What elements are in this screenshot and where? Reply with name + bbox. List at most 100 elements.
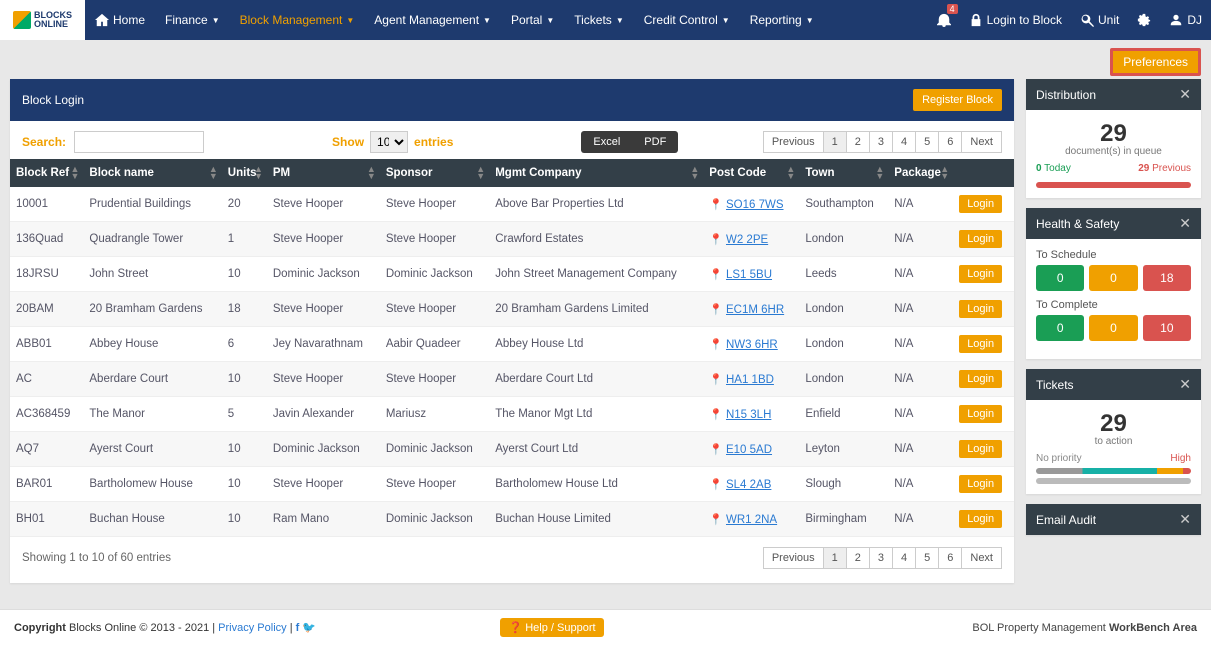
pager-page-1[interactable]: 1 xyxy=(823,547,847,569)
settings-button[interactable] xyxy=(1128,0,1160,40)
row-login-button[interactable]: Login xyxy=(959,300,1002,318)
postcode-link[interactable]: N15 3LH xyxy=(726,409,771,421)
logo-text-bottom: ONLINE xyxy=(34,20,72,29)
twitter-icon[interactable]: 🐦 xyxy=(302,622,316,634)
hs-schedule-amber[interactable]: 0 xyxy=(1089,265,1137,291)
pager-bottom: Previous123456Next xyxy=(764,547,1002,569)
nav-portal[interactable]: Portal▼ xyxy=(501,0,564,40)
pager-page-3[interactable]: 3 xyxy=(869,547,893,569)
row-login-button[interactable]: Login xyxy=(959,230,1002,248)
postcode-link[interactable]: W2 2PE xyxy=(726,234,768,246)
pager-page-3[interactable]: 3 xyxy=(869,131,893,153)
hs-schedule-green[interactable]: 0 xyxy=(1036,265,1084,291)
privacy-link[interactable]: Privacy Policy xyxy=(218,622,286,634)
pager-page-6[interactable]: 6 xyxy=(938,547,962,569)
preferences-button[interactable]: Preferences xyxy=(1110,48,1201,76)
nav-home[interactable]: Home xyxy=(85,0,155,40)
map-pin-icon[interactable]: 📍 xyxy=(709,409,723,421)
map-pin-icon[interactable]: 📍 xyxy=(709,374,723,386)
facebook-icon[interactable]: f xyxy=(296,622,300,634)
close-icon[interactable]: ✕ xyxy=(1179,86,1191,103)
map-pin-icon[interactable]: 📍 xyxy=(709,514,723,526)
pager-page-5[interactable]: 5 xyxy=(915,131,939,153)
table-row: BAR01Bartholomew House10Steve HooperStev… xyxy=(10,467,1014,502)
col-package[interactable]: Package▲▼ xyxy=(888,159,953,187)
distribution-meter xyxy=(1036,182,1191,188)
export-pdf-button[interactable]: PDF xyxy=(632,136,678,148)
col-sponsor[interactable]: Sponsor▲▼ xyxy=(380,159,489,187)
hs-complete-green[interactable]: 0 xyxy=(1036,315,1084,341)
nav-credit-control[interactable]: Credit Control▼ xyxy=(634,0,740,40)
user-menu[interactable]: DJ xyxy=(1160,0,1211,40)
panel-title: Block Login xyxy=(22,93,84,107)
col-block-ref[interactable]: Block Ref▲▼ xyxy=(10,159,83,187)
nav-agent-management[interactable]: Agent Management▼ xyxy=(364,0,501,40)
nav-reporting[interactable]: Reporting▼ xyxy=(740,0,824,40)
row-login-button[interactable]: Login xyxy=(959,475,1002,493)
postcode-link[interactable]: HA1 1BD xyxy=(726,374,774,386)
hs-complete-amber[interactable]: 0 xyxy=(1089,315,1137,341)
pager-page-5[interactable]: 5 xyxy=(915,547,939,569)
email-audit-widget: Email Audit✕ xyxy=(1026,504,1201,535)
col-town[interactable]: Town▲▼ xyxy=(799,159,888,187)
hs-complete-red[interactable]: 10 xyxy=(1143,315,1191,341)
map-pin-icon[interactable]: 📍 xyxy=(709,304,723,316)
page-length-select[interactable]: 10 xyxy=(370,131,408,153)
map-pin-icon[interactable]: 📍 xyxy=(709,339,723,351)
pager-page-2[interactable]: 2 xyxy=(846,547,870,569)
row-login-button[interactable]: Login xyxy=(959,335,1002,353)
col-mgmt-company[interactable]: Mgmt Company▲▼ xyxy=(489,159,703,187)
row-login-button[interactable]: Login xyxy=(959,510,1002,528)
map-pin-icon[interactable]: 📍 xyxy=(709,444,723,456)
unit-search-button[interactable]: Unit xyxy=(1071,0,1128,40)
table-row: AQ7Ayerst Court10Dominic JacksonDominic … xyxy=(10,432,1014,467)
register-block-button[interactable]: Register Block xyxy=(913,89,1002,111)
close-icon[interactable]: ✕ xyxy=(1179,376,1191,393)
postcode-link[interactable]: EC1M 6HR xyxy=(726,304,784,316)
pager-prev[interactable]: Previous xyxy=(763,547,824,569)
postcode-link[interactable]: LS1 5BU xyxy=(726,269,772,281)
pager-next[interactable]: Next xyxy=(961,131,1002,153)
row-login-button[interactable]: Login xyxy=(959,265,1002,283)
col-block-name[interactable]: Block name▲▼ xyxy=(83,159,221,187)
pager-next[interactable]: Next xyxy=(961,547,1002,569)
nav-tickets[interactable]: Tickets▼ xyxy=(564,0,633,40)
row-login-button[interactable]: Login xyxy=(959,440,1002,458)
notifications-button[interactable]: 4 xyxy=(928,0,960,40)
map-pin-icon[interactable]: 📍 xyxy=(709,479,723,491)
postcode-link[interactable]: SL4 2AB xyxy=(726,479,771,491)
hs-schedule-red[interactable]: 18 xyxy=(1143,265,1191,291)
nav-block-management[interactable]: Block Management▼ xyxy=(230,0,365,40)
caret-down-icon: ▼ xyxy=(346,16,354,25)
help-button[interactable]: ❓ Help / Support xyxy=(500,618,603,637)
col-post-code[interactable]: Post Code▲▼ xyxy=(703,159,799,187)
postcode-link[interactable]: WR1 2NA xyxy=(726,514,777,526)
col-units[interactable]: Units▲▼ xyxy=(222,159,267,187)
caret-down-icon: ▼ xyxy=(483,16,491,25)
row-login-button[interactable]: Login xyxy=(959,370,1002,388)
pager-page-4[interactable]: 4 xyxy=(892,547,916,569)
col-pm[interactable]: PM▲▼ xyxy=(267,159,380,187)
postcode-link[interactable]: NW3 6HR xyxy=(726,339,778,351)
row-login-button[interactable]: Login xyxy=(959,405,1002,423)
map-pin-icon[interactable]: 📍 xyxy=(709,199,723,211)
close-icon[interactable]: ✕ xyxy=(1179,511,1191,528)
pager-page-2[interactable]: 2 xyxy=(846,131,870,153)
pager-page-4[interactable]: 4 xyxy=(892,131,916,153)
close-icon[interactable]: ✕ xyxy=(1179,215,1191,232)
map-pin-icon[interactable]: 📍 xyxy=(709,269,723,281)
search-input[interactable] xyxy=(74,131,204,153)
export-excel-button[interactable]: Excel xyxy=(581,136,632,148)
map-pin-icon[interactable]: 📍 xyxy=(709,234,723,246)
logo[interactable]: BLOCKS ONLINE xyxy=(0,0,85,40)
row-login-button[interactable]: Login xyxy=(959,195,1002,213)
pager-page-6[interactable]: 6 xyxy=(938,131,962,153)
sort-icon: ▲▼ xyxy=(209,166,218,180)
tickets-priority-bar xyxy=(1036,468,1191,474)
pager-page-1[interactable]: 1 xyxy=(823,131,847,153)
postcode-link[interactable]: E10 5AD xyxy=(726,444,772,456)
login-to-block-button[interactable]: Login to Block xyxy=(960,0,1071,40)
nav-finance[interactable]: Finance▼ xyxy=(155,0,230,40)
postcode-link[interactable]: SO16 7WS xyxy=(726,199,784,211)
pager-prev[interactable]: Previous xyxy=(763,131,824,153)
